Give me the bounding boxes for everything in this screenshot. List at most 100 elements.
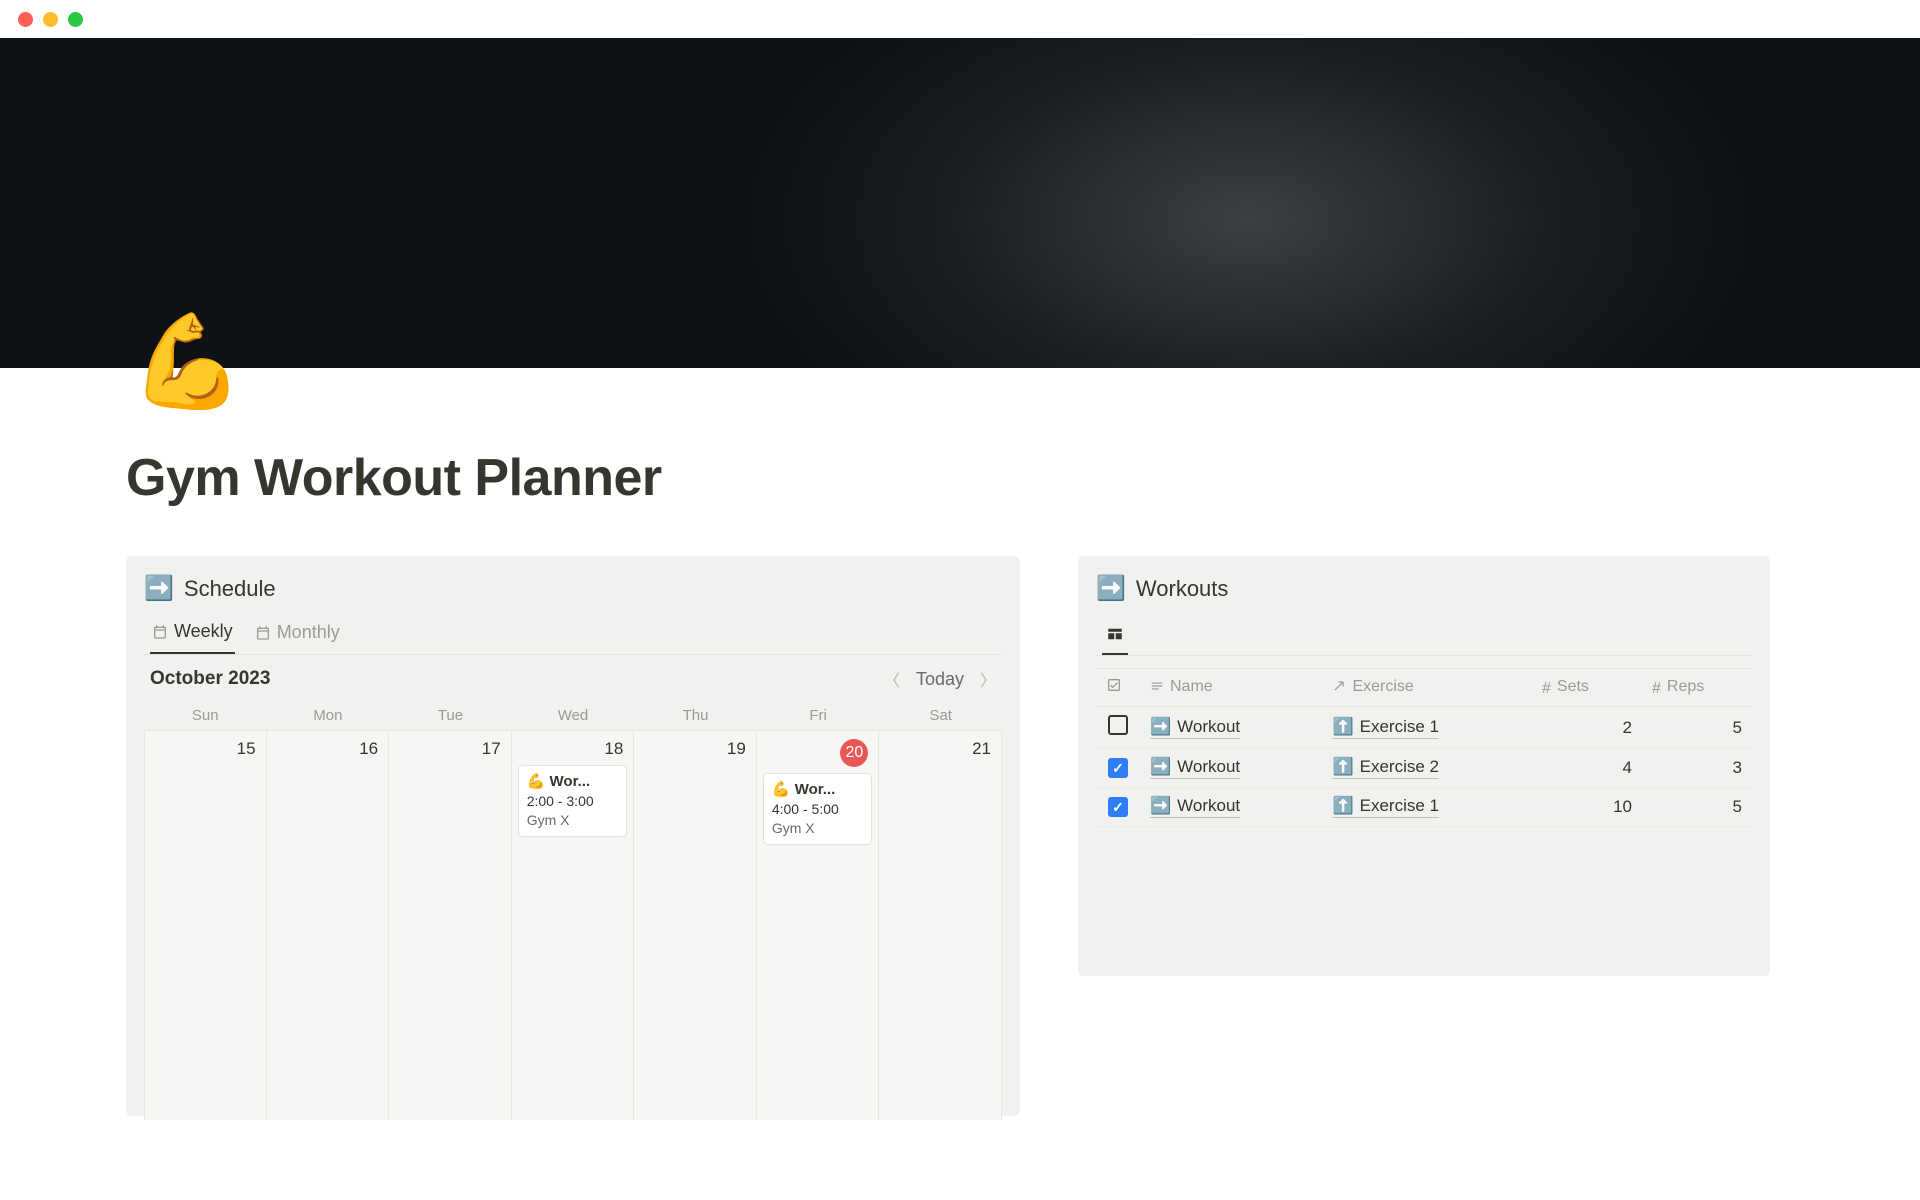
arrow-up-emoji-icon: ⬆️ xyxy=(1332,757,1353,777)
row-checkbox[interactable] xyxy=(1108,758,1128,778)
event-location: Gym X xyxy=(772,820,864,836)
col-name-label: Name xyxy=(1170,678,1213,695)
schedule-panel-header[interactable]: ➡️ Schedule xyxy=(144,574,1002,603)
col-checkbox[interactable] xyxy=(1096,669,1140,707)
arrow-right-emoji-icon: ➡️ xyxy=(1150,717,1171,737)
arrow-right-emoji-icon: ➡️ xyxy=(1150,757,1171,777)
prev-week-button[interactable]: 〈 xyxy=(884,667,900,691)
sets-cell[interactable]: 10 xyxy=(1532,788,1642,827)
col-name[interactable]: Name xyxy=(1140,669,1322,707)
calendar-day-cell[interactable]: 15 xyxy=(144,730,267,1120)
tab-monthly[interactable]: Monthly xyxy=(253,615,342,654)
tab-monthly-label: Monthly xyxy=(277,622,340,643)
dow-thu: Thu xyxy=(634,701,757,730)
dow-tue: Tue xyxy=(389,701,512,730)
page-emoji-icon[interactable]: 💪 xyxy=(130,316,245,408)
table-row[interactable]: ➡️ Workout ⬆️Exercise 1 105 xyxy=(1096,788,1752,827)
maximize-window-dot[interactable] xyxy=(68,12,83,27)
calendar-day-number: 21 xyxy=(879,731,1001,759)
day-of-week-header: Sun Mon Tue Wed Thu Fri Sat xyxy=(144,701,1002,730)
dow-sun: Sun xyxy=(144,701,267,730)
row-checkbox[interactable] xyxy=(1108,715,1128,735)
window-titlebar xyxy=(0,0,1920,38)
table-row[interactable]: ➡️ Workout ⬆️Exercise 1 25 xyxy=(1096,707,1752,749)
number-icon: # xyxy=(1652,680,1661,698)
divider xyxy=(1096,655,1752,656)
calendar-day-cell[interactable]: 17 xyxy=(389,730,512,1120)
workouts-panel-title: Workouts xyxy=(1136,576,1229,602)
exercise-link[interactable]: ⬆️ Exercise 2 xyxy=(1332,757,1439,779)
event-location: Gym X xyxy=(527,812,619,828)
arrow-up-emoji-icon: ⬆️ xyxy=(1332,796,1353,816)
calendar-day-cell[interactable]: 20💪 Wor...4:00 - 5:00Gym X xyxy=(757,730,880,1120)
next-week-button[interactable]: 〉 xyxy=(980,667,996,691)
arrow-up-emoji-icon: ⬆️ xyxy=(1332,717,1353,737)
dow-mon: Mon xyxy=(267,701,390,730)
today-button[interactable]: Today xyxy=(916,669,964,690)
calendar-event-card[interactable]: 💪 Wor... 2:00 - 3:00 Gym X xyxy=(518,765,628,837)
exercise-name-text: Exercise 2 xyxy=(1360,757,1439,777)
tab-weekly-label: Weekly xyxy=(174,621,233,642)
calendar-day-number: 17 xyxy=(389,731,511,759)
workout-name-link[interactable]: ➡️ Workout xyxy=(1150,796,1240,818)
col-exercise[interactable]: Exercise xyxy=(1322,669,1532,707)
workouts-panel: ➡️ Workouts Name xyxy=(1078,556,1770,976)
calendar-month-label[interactable]: October 2023 xyxy=(150,668,270,690)
number-icon: # xyxy=(1542,680,1551,698)
arrow-right-emoji-icon: ➡️ xyxy=(1150,796,1171,816)
exercise-link[interactable]: ⬆️Exercise 1 xyxy=(1332,717,1439,739)
sets-cell[interactable]: 2 xyxy=(1532,707,1642,749)
event-time: 4:00 - 5:00 xyxy=(772,801,864,817)
arrow-right-emoji-icon: ➡️ xyxy=(144,574,174,603)
calendar-day-number: 15 xyxy=(145,731,266,759)
workouts-table: Name Exercise # Sets # Reps ➡️ Workout ⬆️ xyxy=(1096,668,1752,827)
calendar-day-number: 20 xyxy=(757,731,879,767)
event-title: 💪 Wor... xyxy=(527,772,619,790)
workout-name-link[interactable]: ➡️ Workout xyxy=(1150,717,1240,739)
col-sets-label: Sets xyxy=(1557,678,1589,695)
divider xyxy=(144,654,1002,655)
calendar-week-row: 15161718 💪 Wor... 2:00 - 3:00 Gym X 1920 💪 Wo… xyxy=(144,730,1002,1120)
schedule-view-tabs: Weekly Monthly xyxy=(144,611,1002,654)
schedule-panel-title: Schedule xyxy=(184,576,276,602)
calendar-day-number: 16 xyxy=(267,731,389,759)
calendar-day-cell[interactable]: 19 xyxy=(634,730,757,1120)
calendar-day-number: 19 xyxy=(634,731,756,759)
event-time: 2:00 - 3:00 xyxy=(527,793,619,809)
checkbox-header-icon xyxy=(1106,677,1122,698)
calendar-day-cell[interactable]: 18 💪 Wor... 2:00 - 3:00 Gym X xyxy=(512,730,635,1120)
workout-name-link[interactable]: ➡️ Workout xyxy=(1150,757,1240,779)
workout-name-text: Workout xyxy=(1177,717,1240,737)
col-reps[interactable]: # Reps xyxy=(1642,669,1752,707)
calendar-day-cell[interactable]: 21 xyxy=(879,730,1002,1120)
calendar-event-card[interactable]: 💪 Wor...4:00 - 5:00Gym X xyxy=(763,773,873,845)
dow-wed: Wed xyxy=(512,701,635,730)
workouts-panel-header[interactable]: ➡️ Workouts xyxy=(1096,574,1752,603)
relation-arrow-icon xyxy=(1332,679,1346,698)
tab-weekly[interactable]: Weekly xyxy=(150,615,235,654)
table-view-tab[interactable] xyxy=(1102,619,1128,655)
close-window-dot[interactable] xyxy=(18,12,33,27)
workout-name-text: Workout xyxy=(1177,757,1240,777)
reps-cell[interactable]: 5 xyxy=(1642,707,1752,749)
dow-sat: Sat xyxy=(879,701,1002,730)
calendar-week-icon xyxy=(152,624,168,640)
calendar-month-icon xyxy=(255,625,271,641)
exercise-link[interactable]: ⬆️Exercise 1 xyxy=(1332,796,1439,818)
cover-image[interactable] xyxy=(0,38,1920,368)
dow-fri: Fri xyxy=(757,701,880,730)
workout-name-text: Workout xyxy=(1177,796,1240,816)
calendar-day-number: 18 xyxy=(512,731,634,759)
page-title[interactable]: Gym Workout Planner xyxy=(126,448,1920,508)
table-row[interactable]: ➡️ Workout ⬆️ Exercise 2 43 xyxy=(1096,749,1752,788)
reps-cell[interactable]: 3 xyxy=(1642,749,1752,788)
text-lines-icon xyxy=(1150,679,1164,698)
reps-cell[interactable]: 5 xyxy=(1642,788,1752,827)
sets-cell[interactable]: 4 xyxy=(1532,749,1642,788)
col-reps-label: Reps xyxy=(1667,678,1704,695)
schedule-panel: ➡️ Schedule Weekly Monthly October 2023 … xyxy=(126,556,1020,1116)
col-sets[interactable]: # Sets xyxy=(1532,669,1642,707)
row-checkbox[interactable] xyxy=(1108,797,1128,817)
calendar-day-cell[interactable]: 16 xyxy=(267,730,390,1120)
minimize-window-dot[interactable] xyxy=(43,12,58,27)
